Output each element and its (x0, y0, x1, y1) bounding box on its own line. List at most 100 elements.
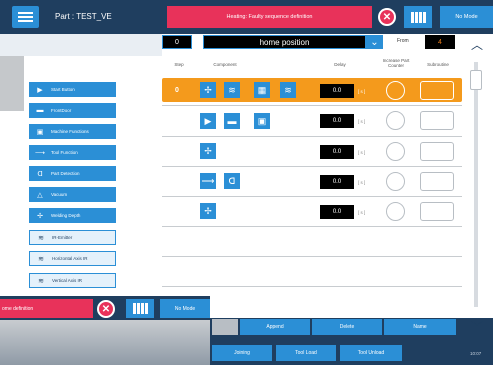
header-step: Step (174, 62, 184, 67)
component-detection-icon[interactable]: ᗡ (224, 173, 240, 189)
tool-button-6[interactable]: ✢ Welding Depth (29, 208, 116, 223)
tool-button-2[interactable]: ▣ Machine Functions (29, 124, 116, 139)
component-door-icon[interactable]: ▬ (224, 113, 240, 129)
delay-field[interactable]: 0.0 (320, 175, 354, 189)
tool-button-7[interactable]: ≋ IR-Emitter (29, 230, 116, 245)
delay-field[interactable]: 0.0 (320, 84, 354, 98)
scroll-down-button[interactable]: ﹀ (466, 318, 488, 334)
tool-label: Vacuum (51, 192, 68, 197)
tool-label: Welding Depth (51, 213, 81, 218)
menu-button[interactable] (12, 6, 39, 28)
tool-button-8[interactable]: ≋ Horizontal Axis IR (29, 251, 116, 266)
hamburger-icon (18, 12, 33, 14)
overlay-grid-button[interactable] (126, 299, 154, 318)
tool-button-9[interactable]: ≋ Vertical Axis IR (29, 273, 116, 288)
component-ir-horizontal-icon[interactable]: ▦ (254, 82, 270, 98)
tool-label: IR-Emitter (52, 235, 73, 240)
alarm-banner[interactable]: Heating: Faulty sequence definition (167, 6, 372, 28)
sequence-name-select[interactable]: home position (203, 35, 366, 49)
tool-label: Part Detection (51, 171, 80, 176)
header-delay: Delay (334, 62, 346, 67)
grid-icon (410, 11, 414, 23)
component-ir-icon[interactable]: ≋ (224, 82, 240, 98)
increase-counter-toggle[interactable] (386, 202, 405, 221)
component-play-icon[interactable]: ▶ (200, 113, 216, 129)
subroutine-field[interactable] (420, 172, 454, 191)
chevron-down-icon: ⌄ (370, 36, 379, 48)
depth-icon: ✢ (37, 212, 43, 220)
overlay-blurred-area (0, 320, 210, 365)
delay-unit: [ s ] (358, 150, 366, 155)
header-increase: Increase Part Counter (382, 58, 410, 68)
scrollbar-track[interactable] (474, 62, 478, 307)
name-button[interactable]: Name (384, 319, 456, 335)
subroutine-field[interactable] (420, 81, 454, 100)
increase-counter-toggle[interactable] (386, 142, 405, 161)
tool-unload-button[interactable]: Tool Unload (340, 345, 402, 361)
component-tool-icon[interactable]: ✢ (200, 82, 216, 98)
tool-button-4[interactable]: ᗡ Part Detection (29, 166, 116, 181)
overlay-close-button[interactable]: ✕ (97, 300, 115, 318)
close-alarm-button[interactable]: ✕ (378, 8, 396, 26)
part-label: Part : TEST_VE (55, 12, 112, 21)
step-number: 1 (175, 117, 179, 124)
tool-label: Vertical Axis IR (52, 278, 83, 283)
play-icon: ▶ (37, 86, 43, 94)
delete-button[interactable]: Delete (312, 319, 382, 335)
clock: 10:07 (470, 351, 482, 356)
door-icon: ▬ (36, 107, 44, 114)
header-component: Component (213, 62, 237, 67)
mode-button[interactable]: No Mode (440, 6, 493, 28)
machine-icon: ▣ (36, 128, 44, 136)
grid-button[interactable] (404, 6, 432, 28)
increase-counter-toggle[interactable] (386, 81, 405, 100)
tool-label: FrontDoor (51, 108, 72, 113)
component-tool-icon[interactable]: ✢ (200, 143, 216, 159)
step-number: 2 (175, 148, 179, 155)
tool-button-1[interactable]: ▬ FrontDoor (29, 103, 116, 118)
joining-button[interactable]: Joining (212, 345, 272, 361)
from-value-field[interactable]: 4 (425, 35, 455, 49)
close-icon: ✕ (101, 303, 111, 315)
tool-label: Tool Function (51, 150, 78, 155)
step-number: 0 (175, 87, 179, 94)
scroll-up-button[interactable]: ︿ (466, 36, 488, 52)
overlay-mode-button[interactable]: No Mode (160, 299, 210, 318)
component-machine-icon[interactable]: ▣ (254, 113, 270, 129)
subroutine-field[interactable] (420, 202, 454, 221)
scrollbar-thumb[interactable] (470, 70, 482, 90)
subroutine-field[interactable] (420, 111, 454, 130)
tool-label: Machine Functions (51, 129, 89, 134)
grid-icon (132, 303, 136, 314)
delay-field[interactable]: 0.0 (320, 145, 354, 159)
tool-button-3[interactable]: ⟶ Tool Function (29, 145, 116, 160)
step-number: 4 (175, 208, 179, 215)
close-icon: ✕ (382, 11, 392, 23)
ir-horizontal-icon: ≋ (38, 255, 44, 263)
component-ir-vertical-icon[interactable]: ≋ (280, 82, 296, 98)
delay-unit: [ s ] (358, 89, 366, 94)
increase-counter-toggle[interactable] (386, 172, 405, 191)
sequence-number-field[interactable]: 0 (162, 35, 192, 49)
delay-unit: [ s ] (358, 119, 366, 124)
delay-field[interactable]: 0.0 (320, 114, 354, 128)
overlay-alarm-banner[interactable]: ome definition (0, 299, 93, 318)
tool-label: Horizontal Axis IR (52, 256, 88, 261)
component-tool-function-icon[interactable]: ⟶ (200, 173, 216, 189)
disabled-action-button (212, 319, 238, 335)
tool-button-0[interactable]: ▶ Start Button (29, 82, 116, 97)
subroutine-field[interactable] (420, 142, 454, 161)
ir-vertical-icon: ≋ (38, 277, 44, 285)
chevron-up-icon: ︿ (470, 37, 483, 52)
tool-button-5[interactable]: △ Vacuum (29, 187, 116, 202)
tool-load-button[interactable]: Tool Load (276, 345, 336, 361)
delay-field[interactable]: 0.0 (320, 205, 354, 219)
delay-unit: [ s ] (358, 180, 366, 185)
component-tool-icon[interactable]: ✢ (200, 203, 216, 219)
append-button[interactable]: Append (240, 319, 310, 335)
step-number: 3 (175, 178, 179, 185)
sequence-dropdown-button[interactable]: ⌄ (366, 35, 383, 49)
tool-label: Start Button (51, 87, 75, 92)
increase-counter-toggle[interactable] (386, 111, 405, 130)
chevron-down-icon: ﹀ (470, 319, 483, 334)
